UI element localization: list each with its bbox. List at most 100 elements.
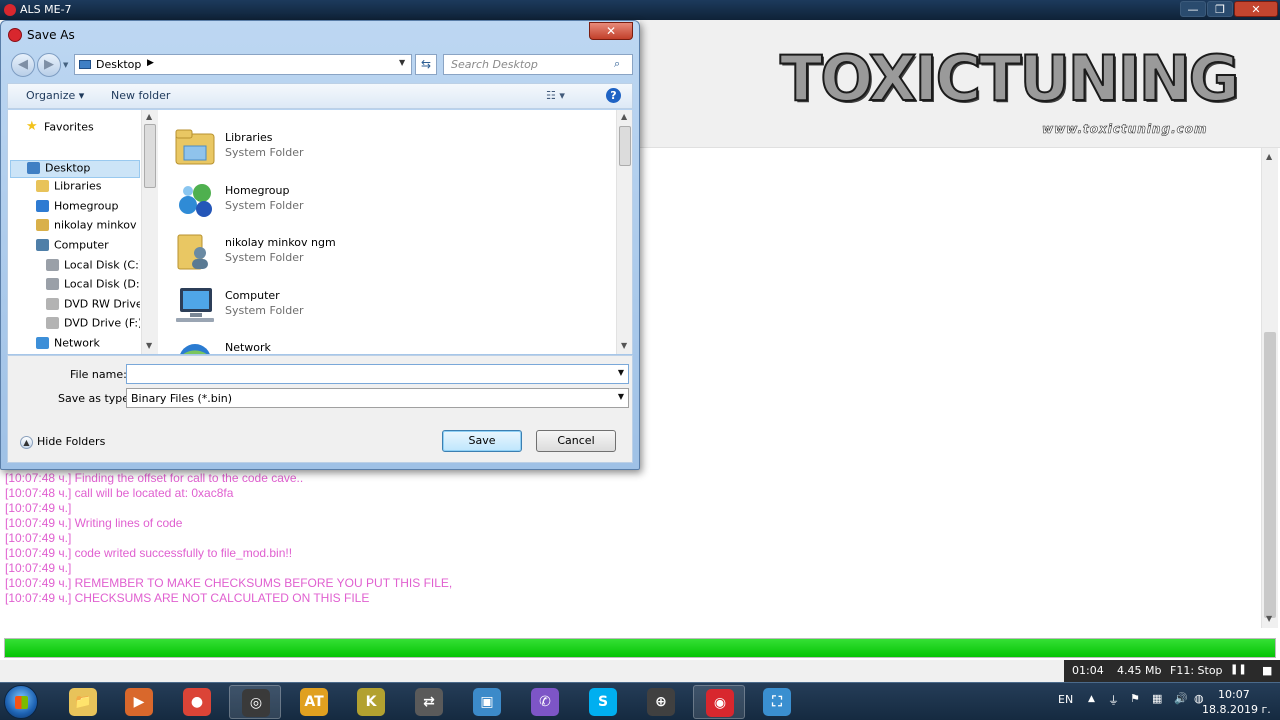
- command-bar: Organize ▾ New folder ☷ ▾ ?: [7, 83, 633, 109]
- action-center-flag-icon[interactable]: ⚑: [1130, 692, 1140, 705]
- taskbar-chrome[interactable]: ●: [171, 685, 223, 719]
- scroll-thumb[interactable]: [1264, 332, 1276, 618]
- taskbar-k-app[interactable]: K: [345, 685, 397, 719]
- collapse-icon: ▲: [20, 435, 33, 449]
- nav-item-local-disk-d[interactable]: Local Disk (D:): [46, 277, 140, 295]
- log-line: [10:07:48 ч.] call will be located at: 0…: [5, 486, 234, 500]
- nav-scrollbar[interactable]: ▲ ▼: [141, 110, 158, 354]
- dialog-close-button[interactable]: ✕: [589, 22, 633, 40]
- file-name-input[interactable]: ▼: [126, 364, 629, 384]
- nav-item-dvd-rw-drive[interactable]: DVD RW Drive (: [46, 297, 140, 315]
- nav-item-computer[interactable]: Computer: [36, 238, 140, 256]
- save-type-dropdown-icon[interactable]: ▼: [618, 392, 624, 401]
- scroll-up-arrow[interactable]: ▲: [1266, 152, 1272, 161]
- minimize-button[interactable]: —: [1180, 1, 1206, 17]
- screen-capture-icon: ⛶: [763, 688, 791, 716]
- save-type-value[interactable]: Binary Files (*.bin): [131, 392, 232, 405]
- app-close-button[interactable]: ✕: [1234, 1, 1278, 17]
- nav-item-network[interactable]: Network: [36, 336, 140, 354]
- usb-icon[interactable]: ⏚: [1108, 692, 1119, 708]
- dvd-icon: [46, 317, 59, 329]
- file-item[interactable]: nikolay minkov ngm System Folder: [174, 227, 604, 275]
- file-item-type: System Folder: [225, 146, 304, 159]
- scroll-down-arrow[interactable]: ▼: [1266, 614, 1272, 623]
- file-item[interactable]: Computer System Folder: [174, 280, 604, 328]
- organize-button[interactable]: Organize ▾: [26, 89, 84, 102]
- network-status-icon[interactable]: ▦: [1152, 692, 1162, 705]
- taskbar-viber[interactable]: ✆: [519, 685, 571, 719]
- nav-item-libraries[interactable]: Libraries: [36, 179, 140, 197]
- maximize-button[interactable]: ❐: [1207, 1, 1233, 17]
- stop-icon[interactable]: ■: [1262, 664, 1272, 677]
- list-scroll-up-arrow[interactable]: ▲: [621, 112, 627, 121]
- main-scrollbar[interactable]: ▲ ▼: [1261, 148, 1278, 628]
- clock-time[interactable]: 10:07: [1218, 688, 1250, 701]
- taskbar-bosch[interactable]: ⊕: [635, 685, 687, 719]
- file-list-scrollbar[interactable]: ▲ ▼: [616, 110, 632, 354]
- nav-item-desktop[interactable]: Desktop: [10, 160, 140, 178]
- taskbar-screen-capture[interactable]: ⛶: [751, 685, 803, 719]
- help-button[interactable]: ?: [606, 88, 621, 103]
- address-bar[interactable]: Desktop ▶ ▼: [74, 54, 412, 75]
- stop-hint: F11: Stop: [1170, 664, 1223, 677]
- nav-item-local-disk-c[interactable]: Local Disk (C:): [46, 258, 140, 276]
- folder-icon: 📁: [69, 688, 97, 716]
- change-view-icon[interactable]: ☷ ▾: [546, 89, 565, 102]
- nav-item-label: Network: [54, 336, 100, 350]
- app-title: ALS ME-7: [20, 3, 72, 16]
- language-indicator[interactable]: EN: [1058, 693, 1073, 706]
- nav-scroll-down-arrow[interactable]: ▼: [146, 341, 152, 350]
- taskbar-window-app[interactable]: ▣: [461, 685, 513, 719]
- refresh-button[interactable]: ⇆: [415, 54, 437, 75]
- pause-icon[interactable]: ❚❚: [1230, 664, 1247, 675]
- nav-item-dvd-drive-f[interactable]: DVD Drive (F:): [46, 316, 140, 334]
- k-app-icon: K: [357, 688, 385, 716]
- save-as-dialog: Save As ✕ ◀ ▶ ▼ Desktop ▶ ▼ ⇆ Search Des…: [0, 20, 640, 470]
- tray-expand-icon[interactable]: ▲: [1088, 694, 1095, 704]
- file-item[interactable]: Libraries System Folder: [174, 122, 604, 170]
- taskbar-media[interactable]: ▶: [113, 685, 165, 719]
- progress-bar: [4, 638, 1276, 658]
- start-button[interactable]: [4, 685, 38, 719]
- nav-item-label: Computer: [54, 238, 109, 252]
- save-button[interactable]: Save: [442, 430, 522, 452]
- nav-item-label: Favorites: [44, 120, 94, 134]
- address-path[interactable]: Desktop: [96, 58, 141, 71]
- list-scroll-down-arrow[interactable]: ▼: [621, 341, 627, 350]
- cancel-button[interactable]: Cancel: [536, 430, 616, 452]
- recent-pages-chevron-icon[interactable]: ▼: [63, 61, 68, 69]
- address-dropdown-icon[interactable]: ▼: [399, 58, 405, 67]
- save-type-select[interactable]: Binary Files (*.bin) ▼: [126, 388, 629, 408]
- nav-item-nikolay-minkov-n[interactable]: nikolay minkov n: [36, 218, 140, 236]
- breadcrumb-arrow-icon[interactable]: ▶: [147, 58, 154, 68]
- log-line: [10:07:49 ч.] REMEMBER TO MAKE CHECKSUMS…: [5, 576, 453, 590]
- taskbar-network-tool[interactable]: ⇄: [403, 685, 455, 719]
- logo-banner: TOXICTUNING www.toxictuning.com: [640, 20, 1280, 148]
- clock-date[interactable]: 18.8.2019 г.: [1202, 703, 1271, 716]
- nav-item-homegroup[interactable]: Homegroup: [36, 199, 140, 217]
- app-icon: [4, 4, 16, 16]
- nav-item-label: DVD RW Drive (: [64, 297, 140, 311]
- taskbar-als-app[interactable]: ◎: [229, 685, 281, 719]
- volume-icon[interactable]: 🔊: [1174, 692, 1188, 705]
- bosch-icon: ⊕: [647, 688, 675, 716]
- taskbar-als-tuning[interactable]: ◉: [693, 685, 745, 719]
- forward-button[interactable]: ▶: [37, 53, 61, 77]
- search-input[interactable]: Search Desktop ⌕: [443, 54, 633, 75]
- nav-scroll-thumb[interactable]: [144, 124, 156, 188]
- taskbar-skype[interactable]: S: [577, 685, 629, 719]
- nav-scroll-up-arrow[interactable]: ▲: [146, 112, 152, 121]
- file-name-dropdown-icon[interactable]: ▼: [618, 368, 624, 377]
- new-folder-button[interactable]: New folder: [111, 89, 170, 102]
- status-panel: 01:04 4.45 Mb F11: Stop ❚❚ ■: [1064, 660, 1280, 682]
- file-item[interactable]: Homegroup System Folder: [174, 175, 604, 223]
- taskbar-explorer[interactable]: 📁: [57, 685, 109, 719]
- file-item[interactable]: Network: [174, 332, 604, 354]
- search-icon[interactable]: ⌕: [614, 57, 620, 71]
- back-button[interactable]: ◀: [11, 53, 35, 77]
- taskbar-at-app[interactable]: AT: [288, 685, 340, 719]
- nav-item-favorites[interactable]: ★ Favorites: [26, 120, 140, 138]
- log-line: [10:07:49 ч.] code writed successfully t…: [5, 546, 293, 560]
- hide-folders-button[interactable]: ▲ Hide Folders: [20, 435, 105, 449]
- list-scroll-thumb[interactable]: [619, 126, 631, 166]
